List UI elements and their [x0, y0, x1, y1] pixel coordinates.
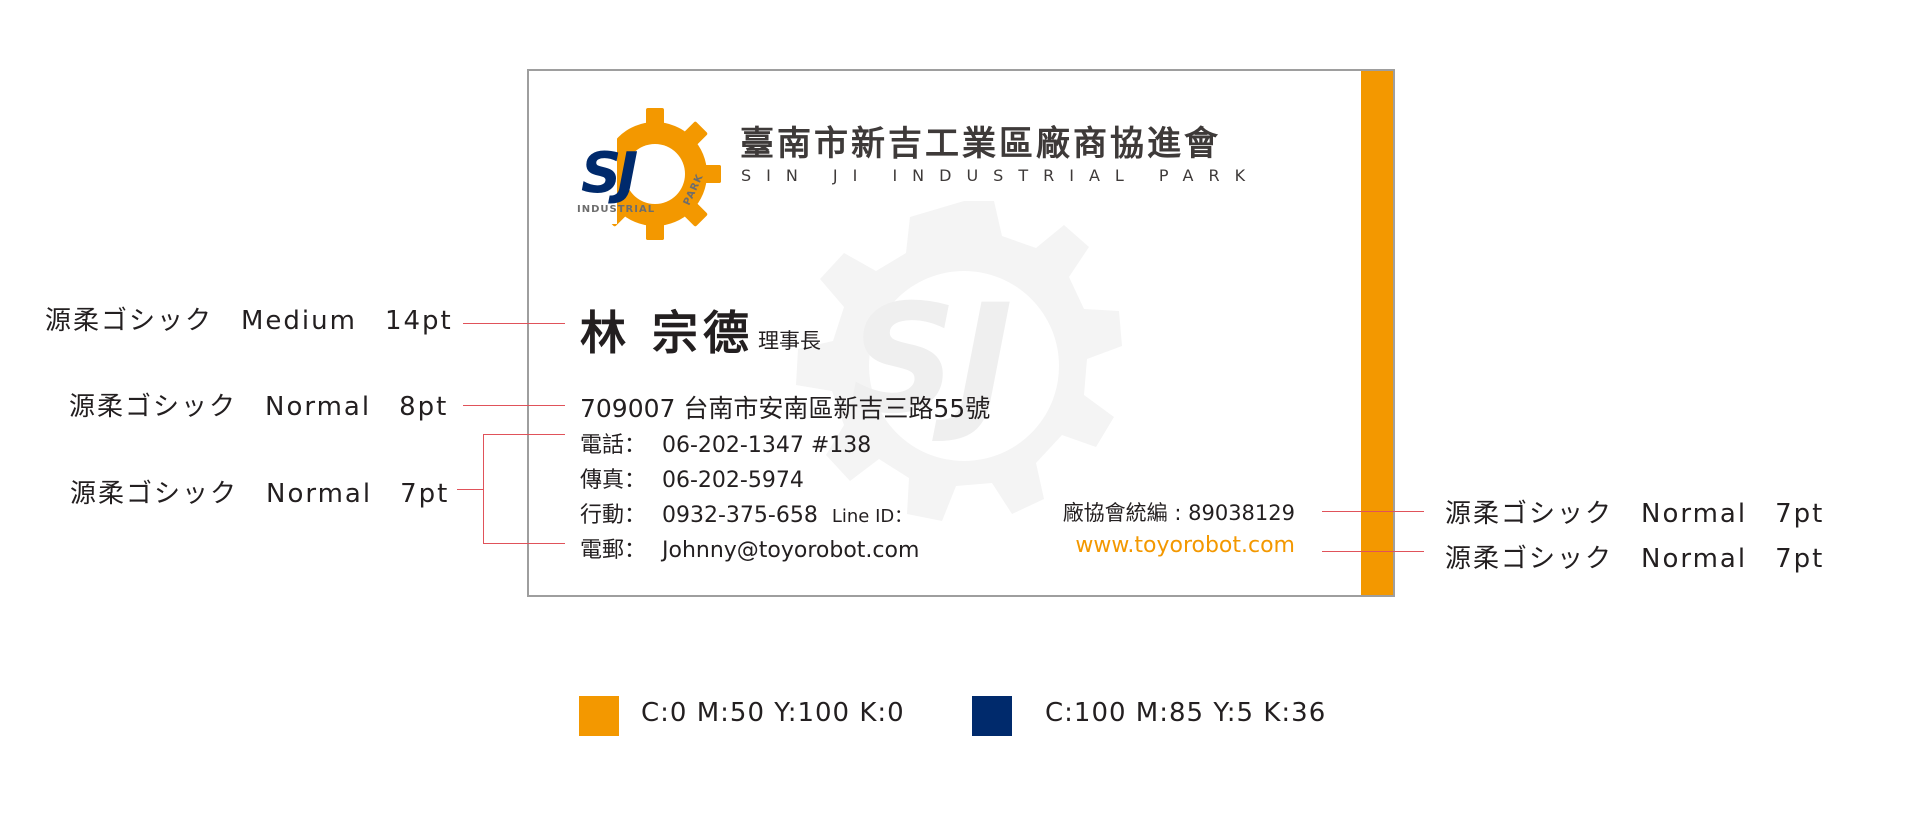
swatch-label-navy: C:100 M:85 Y:5 K:36 — [1045, 698, 1327, 728]
leader-line-tax — [1322, 511, 1424, 512]
contact-value: 06-202-5974 — [662, 468, 804, 493]
leader-bracket-bottom — [483, 543, 565, 544]
organization-name: 臺南市新吉工業區廠商協進會 — [740, 124, 1221, 164]
logo-ring-text: INDUSTRIAL — [577, 204, 655, 215]
font-spec-name: 源柔ゴシック Medium 14pt — [45, 306, 453, 336]
swatch-label-orange: C:0 M:50 Y:100 K:0 — [641, 698, 905, 728]
address: 709007 台南市安南區新吉三路55號 — [580, 394, 991, 423]
leader-line-address — [463, 405, 565, 406]
contact-label: 電郵： — [580, 538, 647, 563]
leader-bracket-top — [483, 434, 565, 435]
contact-row-mobile: 行動： 0932-375-658 Line ID： — [580, 497, 912, 529]
contact-row-email: 電郵： Johnny@toyorobot.com — [580, 532, 919, 564]
contact-row-phone: 電話： 06-202-1347 #138 — [580, 427, 871, 459]
contact-label: 行動： — [580, 503, 647, 528]
contact-row-fax: 傳真： 06-202-5974 — [580, 462, 804, 494]
tax-id: 廠協會統編 : 89038129 — [1062, 501, 1295, 525]
font-spec-contacts: 源柔ゴシック Normal 7pt — [70, 479, 450, 509]
swatch-navy — [972, 696, 1012, 736]
contact-value: 0932-375-658 — [662, 503, 818, 528]
sj-industrial-park-logo-icon: SJ INDUSTRIAL PARK — [573, 108, 721, 240]
font-spec-tax: 源柔ゴシック Normal 7pt — [1445, 499, 1825, 529]
contact-label: 電話： — [580, 433, 647, 458]
contact-label: 傳真： — [580, 468, 647, 493]
font-spec-website: 源柔ゴシック Normal 7pt — [1445, 544, 1825, 574]
organization-name-english: SIN JI INDUSTRIAL PARK — [741, 166, 1261, 185]
person-title: 理事長 — [758, 329, 821, 353]
leader-bracket-contacts — [483, 434, 484, 543]
logo-initials: SJ — [581, 141, 637, 206]
contact-value: Johnny@toyorobot.com — [662, 538, 920, 563]
leader-line-website — [1322, 551, 1424, 552]
website-link: www.toyorobot.com — [1075, 533, 1295, 558]
contact-value: 06-202-1347 #138 — [662, 433, 872, 458]
leader-line-contacts — [457, 489, 483, 490]
leader-line-name — [463, 323, 565, 324]
card-accent-stripe — [1361, 71, 1393, 595]
swatch-orange — [579, 696, 619, 736]
line-id-label: Line ID： — [831, 506, 913, 527]
business-card: SJ SJ INDUSTRIAL PARK 臺南市新吉工業區廠商協進會 SIN … — [527, 69, 1395, 597]
person-name: 林 宗德 — [580, 306, 755, 360]
font-spec-address: 源柔ゴシック Normal 8pt — [69, 392, 449, 422]
